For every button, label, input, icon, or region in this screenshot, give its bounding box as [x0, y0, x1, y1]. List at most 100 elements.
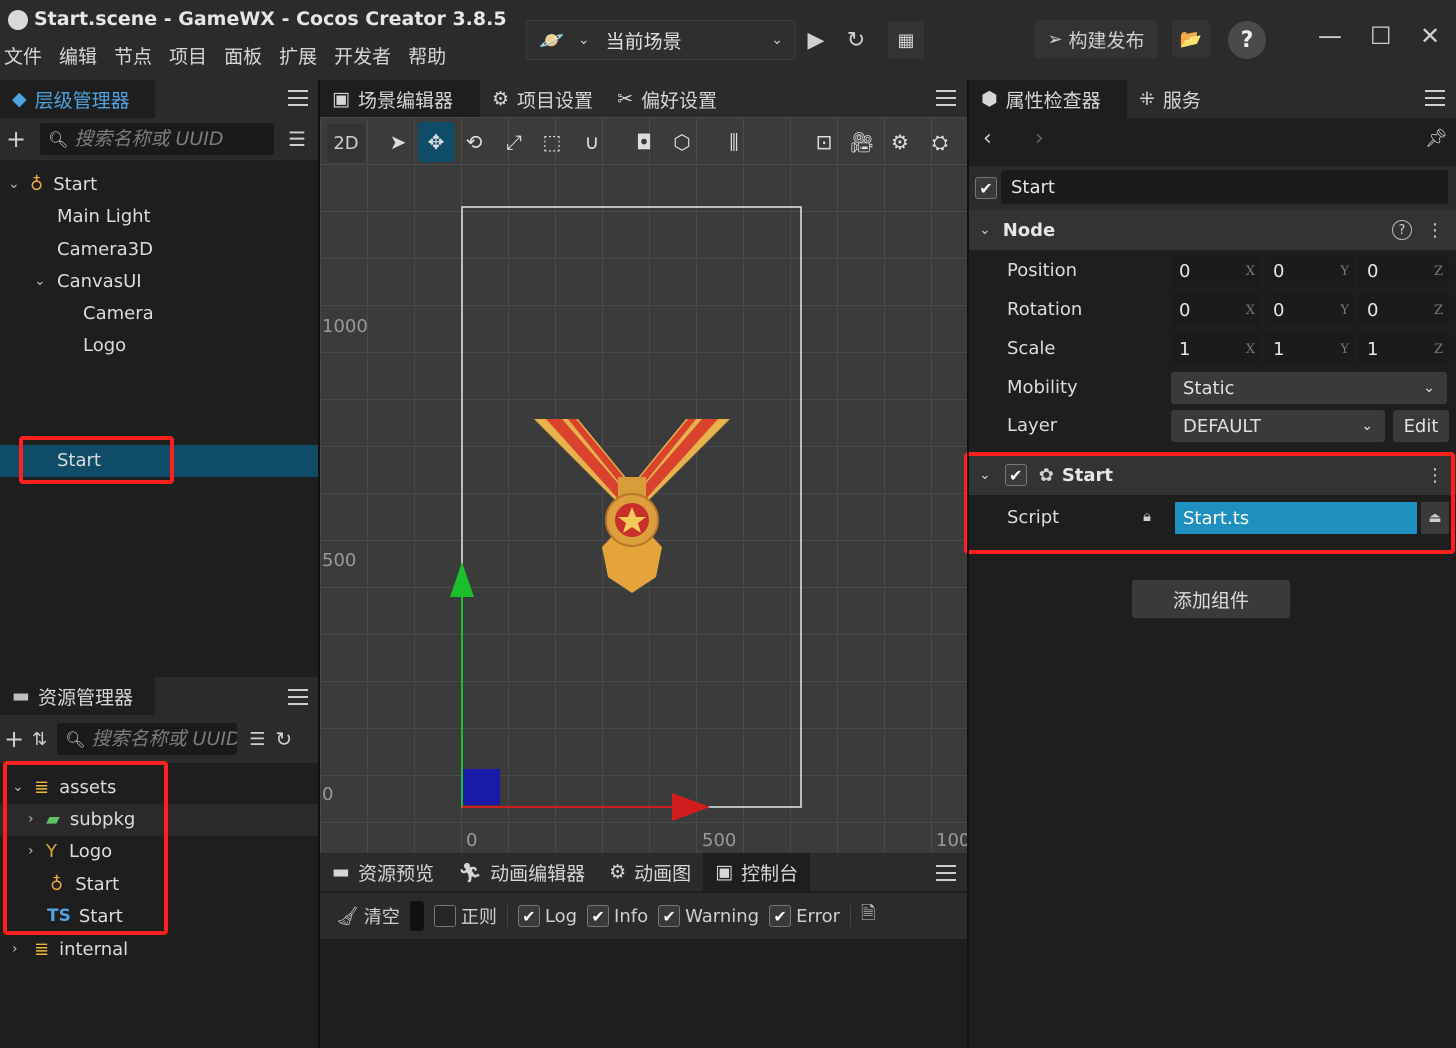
snap-tool-icon[interactable]: ∪: [574, 122, 610, 162]
rotation-z-field[interactable]: 0Z: [1359, 294, 1449, 326]
filter-input[interactable]: [409, 901, 424, 931]
tree-item-logo[interactable]: Logo: [83, 329, 126, 361]
tree-item-start[interactable]: ⌄ ♁ Start: [8, 168, 97, 200]
menu-edit[interactable]: 编辑: [59, 42, 97, 69]
chevron-down-icon[interactable]: ⌄: [8, 176, 22, 192]
menu-extension[interactable]: 扩展: [279, 42, 317, 69]
info-filter[interactable]: ✔ Info: [587, 905, 648, 927]
position-z-field[interactable]: 0Z: [1359, 255, 1449, 287]
menu-node[interactable]: 节点: [114, 42, 152, 69]
build-publish-button[interactable]: ➢ 构建发布: [1034, 20, 1158, 58]
play-button[interactable]: ▶: [798, 21, 834, 59]
gear-icon[interactable]: ⚙: [882, 122, 918, 162]
maximize-icon[interactable]: ☐: [1370, 22, 1392, 50]
local-global-icon[interactable]: ⬡: [664, 122, 700, 162]
hierarchy-search-input[interactable]: [74, 128, 275, 150]
panel-menu-icon[interactable]: [936, 90, 956, 106]
open-folder-button[interactable]: 📂: [1172, 20, 1210, 58]
checkbox-checked[interactable]: ✔: [587, 905, 610, 927]
chevron-down-icon[interactable]: ⌄: [34, 273, 48, 289]
help-circle-icon[interactable]: ?: [1392, 220, 1412, 240]
scale-tool-icon[interactable]: ⤢: [496, 122, 532, 162]
pin-icon[interactable]: 📌︎: [1425, 128, 1448, 149]
add-icon[interactable]: +: [4, 725, 24, 753]
gizmo-settings-icon[interactable]: ⛭: [922, 122, 958, 162]
checkbox-checked[interactable]: ✔: [517, 905, 540, 927]
regex-checkbox[interactable]: [433, 905, 456, 927]
scene-view-icon[interactable]: ⊡: [806, 122, 842, 162]
checkbox-checked[interactable]: ✔: [658, 905, 681, 927]
rotate-tool-icon[interactable]: ⟲: [456, 122, 492, 162]
regex-toggle[interactable]: 正则: [433, 903, 497, 929]
pivot-icon[interactable]: ◘: [626, 122, 662, 162]
move-tool-icon[interactable]: ✥: [418, 122, 454, 162]
log-filter[interactable]: ✔ Log: [517, 905, 577, 927]
tab-hierarchy[interactable]: ◆ 层级管理器: [0, 80, 155, 118]
tab-project-settings[interactable]: ⚙ 项目设置: [480, 80, 605, 118]
warning-filter[interactable]: ✔ Warning: [658, 905, 759, 927]
back-arrow-icon[interactable]: ‹: [983, 126, 992, 151]
scene-viewport[interactable]: 1000 500 0 0 500 100: [320, 117, 967, 853]
tree-item-camera[interactable]: Camera: [83, 297, 154, 329]
menu-file[interactable]: 文件: [4, 42, 42, 69]
node-section-header[interactable]: ⌄ Node ? ⋮: [969, 210, 1456, 250]
rotation-y-field[interactable]: 0Y: [1265, 294, 1355, 326]
asset-item-internal[interactable]: › ≣ internal: [12, 933, 128, 965]
rotation-x-field[interactable]: 0X: [1171, 294, 1261, 326]
tab-assets[interactable]: ▬ 资源管理器: [0, 677, 155, 715]
tree-item-canvasui[interactable]: ⌄ CanvasUI: [34, 265, 142, 297]
close-icon[interactable]: ✕: [1420, 22, 1440, 50]
assets-search-input[interactable]: [91, 728, 238, 750]
more-icon[interactable]: ⋮: [1426, 220, 1444, 241]
node-active-checkbox[interactable]: ✔: [975, 177, 997, 199]
position-y-field[interactable]: 0Y: [1265, 255, 1355, 287]
tab-scene-editor[interactable]: ▣ 场景编辑器: [320, 80, 480, 118]
panel-menu-icon[interactable]: [936, 865, 956, 881]
add-icon[interactable]: +: [6, 125, 26, 153]
toggle-2d-button[interactable]: 2D: [327, 124, 365, 162]
menu-developer[interactable]: 开发者: [334, 42, 391, 69]
tree-item-main-light[interactable]: Main Light: [57, 200, 151, 232]
position-x-field[interactable]: 0X: [1171, 255, 1261, 287]
tree-item-camera3d[interactable]: Camera3D: [57, 233, 153, 265]
menu-panel[interactable]: 面板: [224, 42, 262, 69]
panel-menu-icon[interactable]: [1425, 90, 1445, 106]
collapse-tree-icon[interactable]: ☰: [288, 127, 306, 151]
divider[interactable]: [967, 80, 969, 1048]
panel-menu-icon[interactable]: [288, 90, 308, 106]
add-component-button[interactable]: 添加组件: [1132, 580, 1290, 618]
align-icon[interactable]: ⫼: [716, 122, 752, 162]
scale-x-field[interactable]: 1X: [1171, 333, 1261, 365]
scale-z-field[interactable]: 1Z: [1359, 333, 1449, 365]
console-clear-button[interactable]: 🧹︎ 清空: [336, 903, 400, 929]
camera-icon[interactable]: 🎥︎: [844, 122, 880, 162]
layer-select[interactable]: DEFAULT ⌄: [1171, 410, 1385, 442]
tab-inspector[interactable]: ⬢ 属性检查器: [969, 80, 1127, 118]
scale-y-field[interactable]: 1Y: [1265, 333, 1355, 365]
sort-icon[interactable]: ⇅: [32, 729, 47, 750]
rect-tool-icon[interactable]: ⬚: [534, 122, 570, 162]
assets-search[interactable]: 🔍︎: [57, 723, 238, 755]
checkbox-checked[interactable]: ✔: [769, 905, 792, 927]
tab-console[interactable]: ▣ 控制台: [703, 853, 811, 891]
tab-services[interactable]: ⁜ 服务: [1127, 80, 1213, 118]
scene-select[interactable]: 🪐 ⌄ 当前场景 ⌄: [526, 20, 796, 60]
refresh-button[interactable]: ↻: [838, 21, 874, 59]
chevron-right-icon[interactable]: ›: [12, 941, 26, 957]
collapse-tree-icon[interactable]: ☰: [249, 729, 265, 750]
tab-animation-graph[interactable]: ⚙ 动画图: [597, 853, 703, 891]
mobility-select[interactable]: Static ⌄: [1171, 372, 1447, 404]
select-tool-icon[interactable]: ➤: [380, 122, 416, 162]
minimize-icon[interactable]: —: [1318, 22, 1342, 50]
panel-menu-icon[interactable]: [288, 689, 308, 705]
layer-edit-button[interactable]: Edit: [1393, 410, 1449, 442]
refresh-icon[interactable]: ↻: [275, 727, 292, 751]
error-filter[interactable]: ✔ Error: [769, 905, 840, 927]
menu-help[interactable]: 帮助: [408, 42, 446, 69]
tab-asset-preview[interactable]: ▬ 资源预览: [320, 853, 446, 891]
help-icon[interactable]: ?: [1228, 21, 1266, 59]
menu-project[interactable]: 项目: [169, 42, 207, 69]
tab-preferences[interactable]: ✂ 偏好设置: [605, 80, 729, 118]
log-file-icon[interactable]: 🗎: [861, 901, 875, 931]
forward-arrow-icon[interactable]: ›: [1035, 126, 1044, 151]
